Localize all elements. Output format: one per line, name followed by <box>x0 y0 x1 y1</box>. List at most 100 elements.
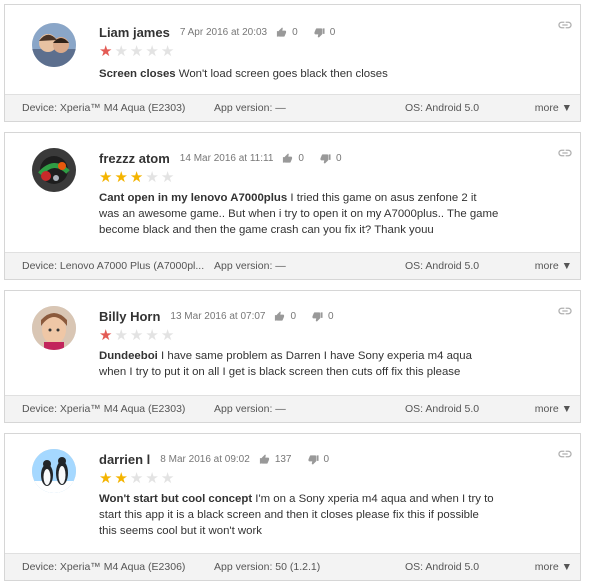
thumbs-down-icon <box>314 28 325 38</box>
star-rating: ★ ★ ★ ★ ★ <box>99 471 174 486</box>
link-icon[interactable] <box>557 145 573 166</box>
star-icon: ★ <box>99 470 113 487</box>
thumbs-up-button[interactable]: 137 <box>259 454 292 465</box>
review-meta: Billy Horn 13 Mar 2016 at 07:07 0 0 <box>99 309 334 324</box>
star-icon: ★ <box>114 169 128 186</box>
star-icon: ★ <box>114 43 128 60</box>
thumbs-down-button[interactable]: 0 <box>312 311 334 322</box>
more-button[interactable]: more ▼ <box>535 403 572 415</box>
avatar[interactable] <box>32 449 76 493</box>
thumbs-down-count: 0 <box>323 454 330 465</box>
star-icon: ★ <box>145 43 159 60</box>
author-name[interactable]: darrien l <box>99 452 150 467</box>
review-title: Dundeeboi <box>99 350 158 362</box>
star-icon: ★ <box>129 43 144 60</box>
thumbs-up-icon <box>277 27 287 37</box>
thumbs-down-count: 0 <box>329 27 336 38</box>
link-icon[interactable] <box>557 17 573 38</box>
review-date: 13 Mar 2016 at 07:07 <box>170 311 266 322</box>
os-version: OS: Android 5.0 <box>405 102 480 114</box>
thumbs-down-button[interactable]: 0 <box>314 27 336 38</box>
thumbs-up-count: 0 <box>290 311 297 322</box>
review-text: Won't start but cool concept I'm on a So… <box>99 491 499 539</box>
review-meta: darrien l 8 Mar 2016 at 09:02 137 0 <box>99 452 329 467</box>
star-icon: ★ <box>114 327 128 344</box>
review-card: Liam james 7 Apr 2016 at 20:03 0 0 ★ ★ ★… <box>4 4 581 122</box>
app-version: App version: 50 (1.2.1) <box>214 561 321 573</box>
review-card: frezzz atom 14 Mar 2016 at 11:11 0 0 ★ ★… <box>4 132 581 280</box>
thumbs-down-count: 0 <box>335 153 342 164</box>
review-meta: frezzz atom 14 Mar 2016 at 11:11 0 0 <box>99 151 342 166</box>
thumbs-up-count: 0 <box>298 153 304 164</box>
thumbs-down-button[interactable]: 0 <box>307 454 330 465</box>
thumbs-up-count: 137 <box>274 454 292 465</box>
review-footer: Device: Lenovo A7000 Plus (A7000pl... Ap… <box>5 252 580 279</box>
thumbs-down-icon <box>312 312 323 322</box>
review-footer: Device: Xperia™ M4 Aqua (E2303) App vers… <box>5 94 580 121</box>
star-icon: ★ <box>145 327 159 344</box>
star-icon: ★ <box>99 327 113 344</box>
thumbs-down-count: 0 <box>328 311 334 322</box>
star-icon: ★ <box>129 470 144 487</box>
os-version: OS: Android 5.0 <box>405 561 480 573</box>
thumbs-down-button[interactable]: 0 <box>320 153 342 164</box>
star-icon: ★ <box>99 169 113 186</box>
star-rating: ★ ★ ★ ★ ★ <box>99 44 174 59</box>
device-info: Device: Xperia™ M4 Aqua (E2303) <box>22 403 186 415</box>
author-name[interactable]: frezzz atom <box>99 151 170 166</box>
review-footer: Device: Xperia™ M4 Aqua (E2303) App vers… <box>5 395 580 422</box>
device-info: Device: Lenovo A7000 Plus (A7000pl... <box>22 260 205 272</box>
more-button[interactable]: more ▼ <box>535 260 572 272</box>
app-version: App version: — <box>214 260 286 272</box>
thumbs-up-icon <box>259 454 269 464</box>
thumbs-up-button[interactable]: 0 <box>282 153 304 164</box>
avatar[interactable] <box>32 23 76 67</box>
star-rating: ★ ★ ★ ★ ★ <box>99 170 174 185</box>
review-text: Cant open in my lenovo A7000plus I tried… <box>99 190 499 238</box>
star-icon: ★ <box>129 169 144 186</box>
link-icon[interactable] <box>557 446 573 467</box>
star-icon: ★ <box>129 327 144 344</box>
thumbs-up-button[interactable]: 0 <box>276 27 298 38</box>
thumbs-up-icon <box>275 311 285 321</box>
author-name[interactable]: Liam james <box>99 25 170 40</box>
star-icon: ★ <box>145 169 159 186</box>
star-icon: ★ <box>114 470 128 487</box>
os-version: OS: Android 5.0 <box>405 403 480 415</box>
thumbs-up-count: 0 <box>292 27 298 38</box>
star-icon: ★ <box>160 43 175 60</box>
app-version: App version: — <box>214 403 286 415</box>
star-icon: ★ <box>145 470 159 487</box>
star-icon: ★ <box>99 43 113 60</box>
review-title: Cant open in my lenovo A7000plus <box>99 192 288 204</box>
review-title: Won't start but cool concept <box>99 493 253 505</box>
author-name[interactable]: Billy Horn <box>99 309 160 324</box>
review-date: 14 Mar 2016 at 11:11 <box>179 153 274 164</box>
avatar[interactable] <box>32 148 76 192</box>
star-icon: ★ <box>160 169 175 186</box>
device-info: Device: Xperia™ M4 Aqua (E2306) <box>22 561 186 573</box>
thumbs-up-icon <box>283 153 293 163</box>
review-card: darrien l 8 Mar 2016 at 09:02 137 0 ★ ★ … <box>4 433 581 581</box>
avatar[interactable] <box>32 306 76 350</box>
review-card: Billy Horn 13 Mar 2016 at 07:07 0 0 ★ ★ … <box>4 290 581 423</box>
review-text: Screen closes Won't load screen goes bla… <box>99 66 499 82</box>
thumbs-down-icon <box>307 455 319 465</box>
review-date: 8 Mar 2016 at 09:02 <box>160 454 250 465</box>
more-button[interactable]: more ▼ <box>535 102 572 114</box>
review-date: 7 Apr 2016 at 20:03 <box>179 27 268 38</box>
device-info: Device: Xperia™ M4 Aqua (E2303) <box>22 102 186 114</box>
more-button[interactable]: more ▼ <box>535 561 572 573</box>
app-version: App version: — <box>214 102 286 114</box>
review-text: Dundeeboi I have same problem as Darren … <box>99 348 499 380</box>
review-meta: Liam james 7 Apr 2016 at 20:03 0 0 <box>99 25 335 40</box>
link-icon[interactable] <box>557 303 573 324</box>
review-footer: Device: Xperia™ M4 Aqua (E2306) App vers… <box>5 553 580 580</box>
star-icon: ★ <box>160 470 175 487</box>
review-body: Won't load screen goes black then closes <box>178 68 388 80</box>
thumbs-up-button[interactable]: 0 <box>274 311 296 322</box>
os-version: OS: Android 5.0 <box>405 260 480 272</box>
star-icon: ★ <box>160 327 175 344</box>
star-rating: ★ ★ ★ ★ ★ <box>99 328 174 343</box>
review-title: Screen closes <box>99 68 176 80</box>
